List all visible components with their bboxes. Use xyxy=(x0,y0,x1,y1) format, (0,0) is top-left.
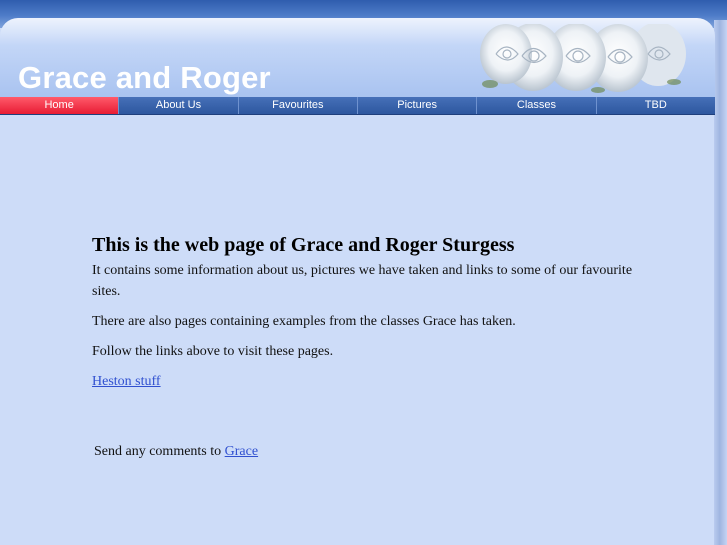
nav-home[interactable]: Home xyxy=(0,97,120,114)
footer: Send any comments to Grace xyxy=(94,441,258,462)
heston-paragraph: Heston stuff xyxy=(92,371,652,392)
nav-pictures[interactable]: Pictures xyxy=(357,97,478,114)
site-header: Grace and Roger xyxy=(0,18,715,97)
main-content: This is the web page of Grace and Roger … xyxy=(92,232,652,401)
site-title: Grace and Roger xyxy=(18,60,271,95)
nav-about-us[interactable]: About Us xyxy=(119,97,239,114)
intro-paragraph: It contains some information about us, p… xyxy=(92,263,633,299)
page-heading: This is the web page of Grace and Roger … xyxy=(92,234,515,256)
white-roses-image xyxy=(480,24,686,93)
classes-paragraph: There are also pages containing examples… xyxy=(92,314,516,329)
footer-text: Send any comments to xyxy=(94,444,225,459)
grace-email-link[interactable]: Grace xyxy=(225,444,258,459)
window-right-frame xyxy=(714,20,727,545)
nav-classes[interactable]: Classes xyxy=(477,97,597,114)
main-navigation: Home About Us Favourites Pictures Classe… xyxy=(0,97,715,115)
nav-favourites[interactable]: Favourites xyxy=(238,97,358,114)
heston-stuff-link[interactable]: Heston stuff xyxy=(92,374,161,389)
nav-tbd[interactable]: TBD xyxy=(596,97,715,114)
follow-links-paragraph: Follow the links above to visit these pa… xyxy=(92,344,334,359)
